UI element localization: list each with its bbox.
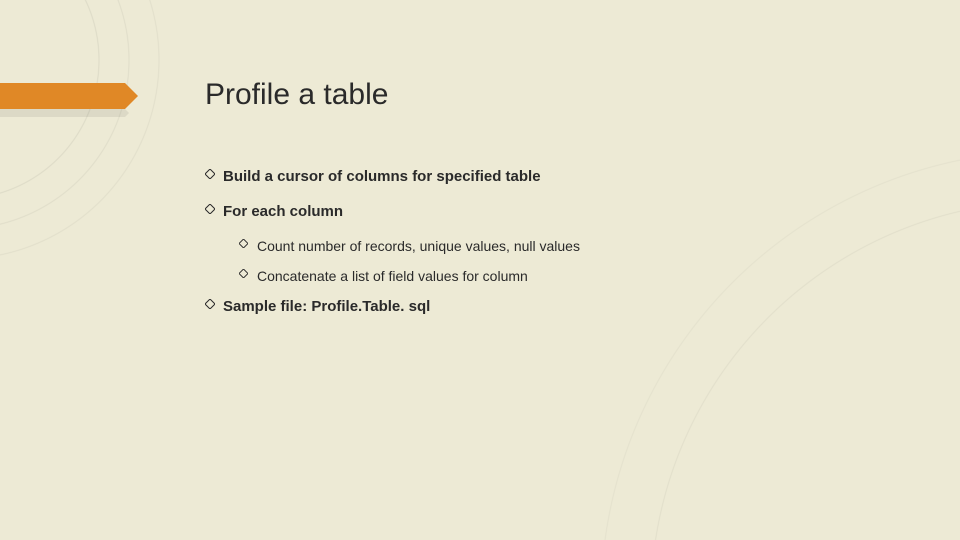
diamond-bullet-icon [239,239,257,248]
diamond-bullet-icon [205,204,223,214]
bullet-text: Sample file: Profile.Table. sql [223,298,430,315]
bullet-text: For each column [223,203,343,220]
bullet-text: Concatenate a list of field values for c… [257,268,528,284]
diamond-bullet-icon [205,169,223,179]
bullet-text: Count number of records, unique values, … [257,238,580,254]
slide: Profile a table Build a cursor of column… [0,0,960,540]
slide-title: Profile a table [205,78,388,112]
diamond-bullet-icon [239,269,257,278]
bullet-level1: For each column [205,203,845,220]
bullet-level2: Count number of records, unique values, … [239,238,845,254]
accent-banner [0,83,125,109]
bullet-level1: Sample file: Profile.Table. sql [205,298,845,315]
bullet-level2: Concatenate a list of field values for c… [239,268,845,284]
diamond-bullet-icon [205,299,223,309]
slide-content: Build a cursor of columns for specified … [205,168,845,333]
banner-shadow [0,109,125,117]
bullet-text: Build a cursor of columns for specified … [223,168,541,185]
bullet-level1: Build a cursor of columns for specified … [205,168,845,185]
